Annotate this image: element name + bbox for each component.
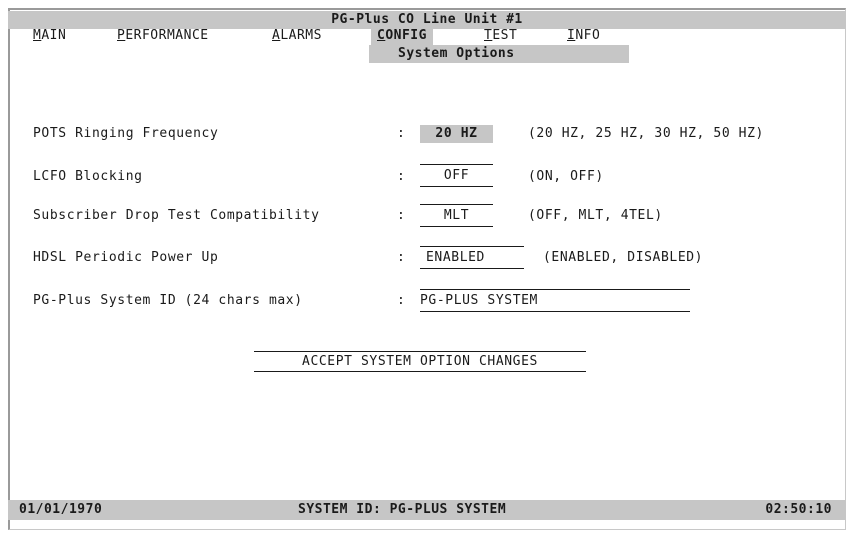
menu-main-rest: AIN [41, 28, 67, 43]
menu-config-rest: ONFIG [385, 28, 427, 43]
menu-config[interactable]: CONFIG [371, 27, 433, 45]
system-id-label: PG-Plus System ID (24 chars max) [33, 293, 303, 308]
menu-performance-rest: ERFORMANCE [125, 28, 209, 43]
pots-ringing-frequency-colon: : [397, 126, 405, 141]
submenu-title: System Options [398, 46, 515, 61]
status-date: 01/01/1970 [19, 502, 103, 517]
hdsl-periodic-power-up-field[interactable]: ENABLED [420, 246, 524, 269]
menu-performance[interactable]: PERFORMANCE [117, 27, 209, 45]
lcfo-blocking-label: LCFO Blocking [33, 169, 143, 184]
menu-test[interactable]: TEST [484, 27, 517, 45]
subscriber-drop-test-choices: (OFF, MLT, 4TEL) [528, 208, 663, 223]
menu-info[interactable]: INFO [567, 27, 600, 45]
subscriber-drop-test-field[interactable]: MLT [420, 204, 493, 227]
subscriber-drop-test-colon: : [397, 208, 405, 223]
hdsl-periodic-power-up-label: HDSL Periodic Power Up [33, 250, 219, 265]
pots-ringing-frequency-label: POTS Ringing Frequency [33, 126, 219, 141]
pots-ringing-frequency-field[interactable]: 20 HZ [420, 125, 493, 143]
lcfo-blocking-field[interactable]: OFF [420, 164, 493, 187]
menu-alarms[interactable]: ALARMS [272, 27, 322, 45]
menu-test-rest: EST [492, 28, 518, 43]
system-id-colon: : [397, 293, 405, 308]
status-system-id: SYSTEM ID: PG-PLUS SYSTEM [298, 502, 507, 517]
hdsl-periodic-power-up-choices: (ENABLED, DISABLED) [543, 250, 704, 265]
title-text: PG-Plus CO Line Unit #1 [331, 12, 523, 27]
status-bar: 01/01/1970 SYSTEM ID: PG-PLUS SYSTEM 02:… [8, 500, 846, 520]
lcfo-blocking-colon: : [397, 169, 405, 184]
lcfo-blocking-choices: (ON, OFF) [528, 169, 604, 184]
subscriber-drop-test-label: Subscriber Drop Test Compatibility [33, 208, 320, 223]
terminal-window [8, 8, 846, 530]
menu-main[interactable]: MAIN [33, 27, 66, 45]
system-id-field[interactable]: PG-PLUS SYSTEM [420, 289, 690, 312]
pots-ringing-frequency-choices: (20 HZ, 25 HZ, 30 HZ, 50 HZ) [528, 126, 764, 141]
hdsl-periodic-power-up-colon: : [397, 250, 405, 265]
menu-info-rest: NFO [575, 28, 601, 43]
accept-system-option-changes-button[interactable]: ACCEPT SYSTEM OPTION CHANGES [254, 351, 586, 372]
menu-alarms-rest: LARMS [280, 28, 322, 43]
status-time: 02:50:10 [765, 502, 832, 517]
